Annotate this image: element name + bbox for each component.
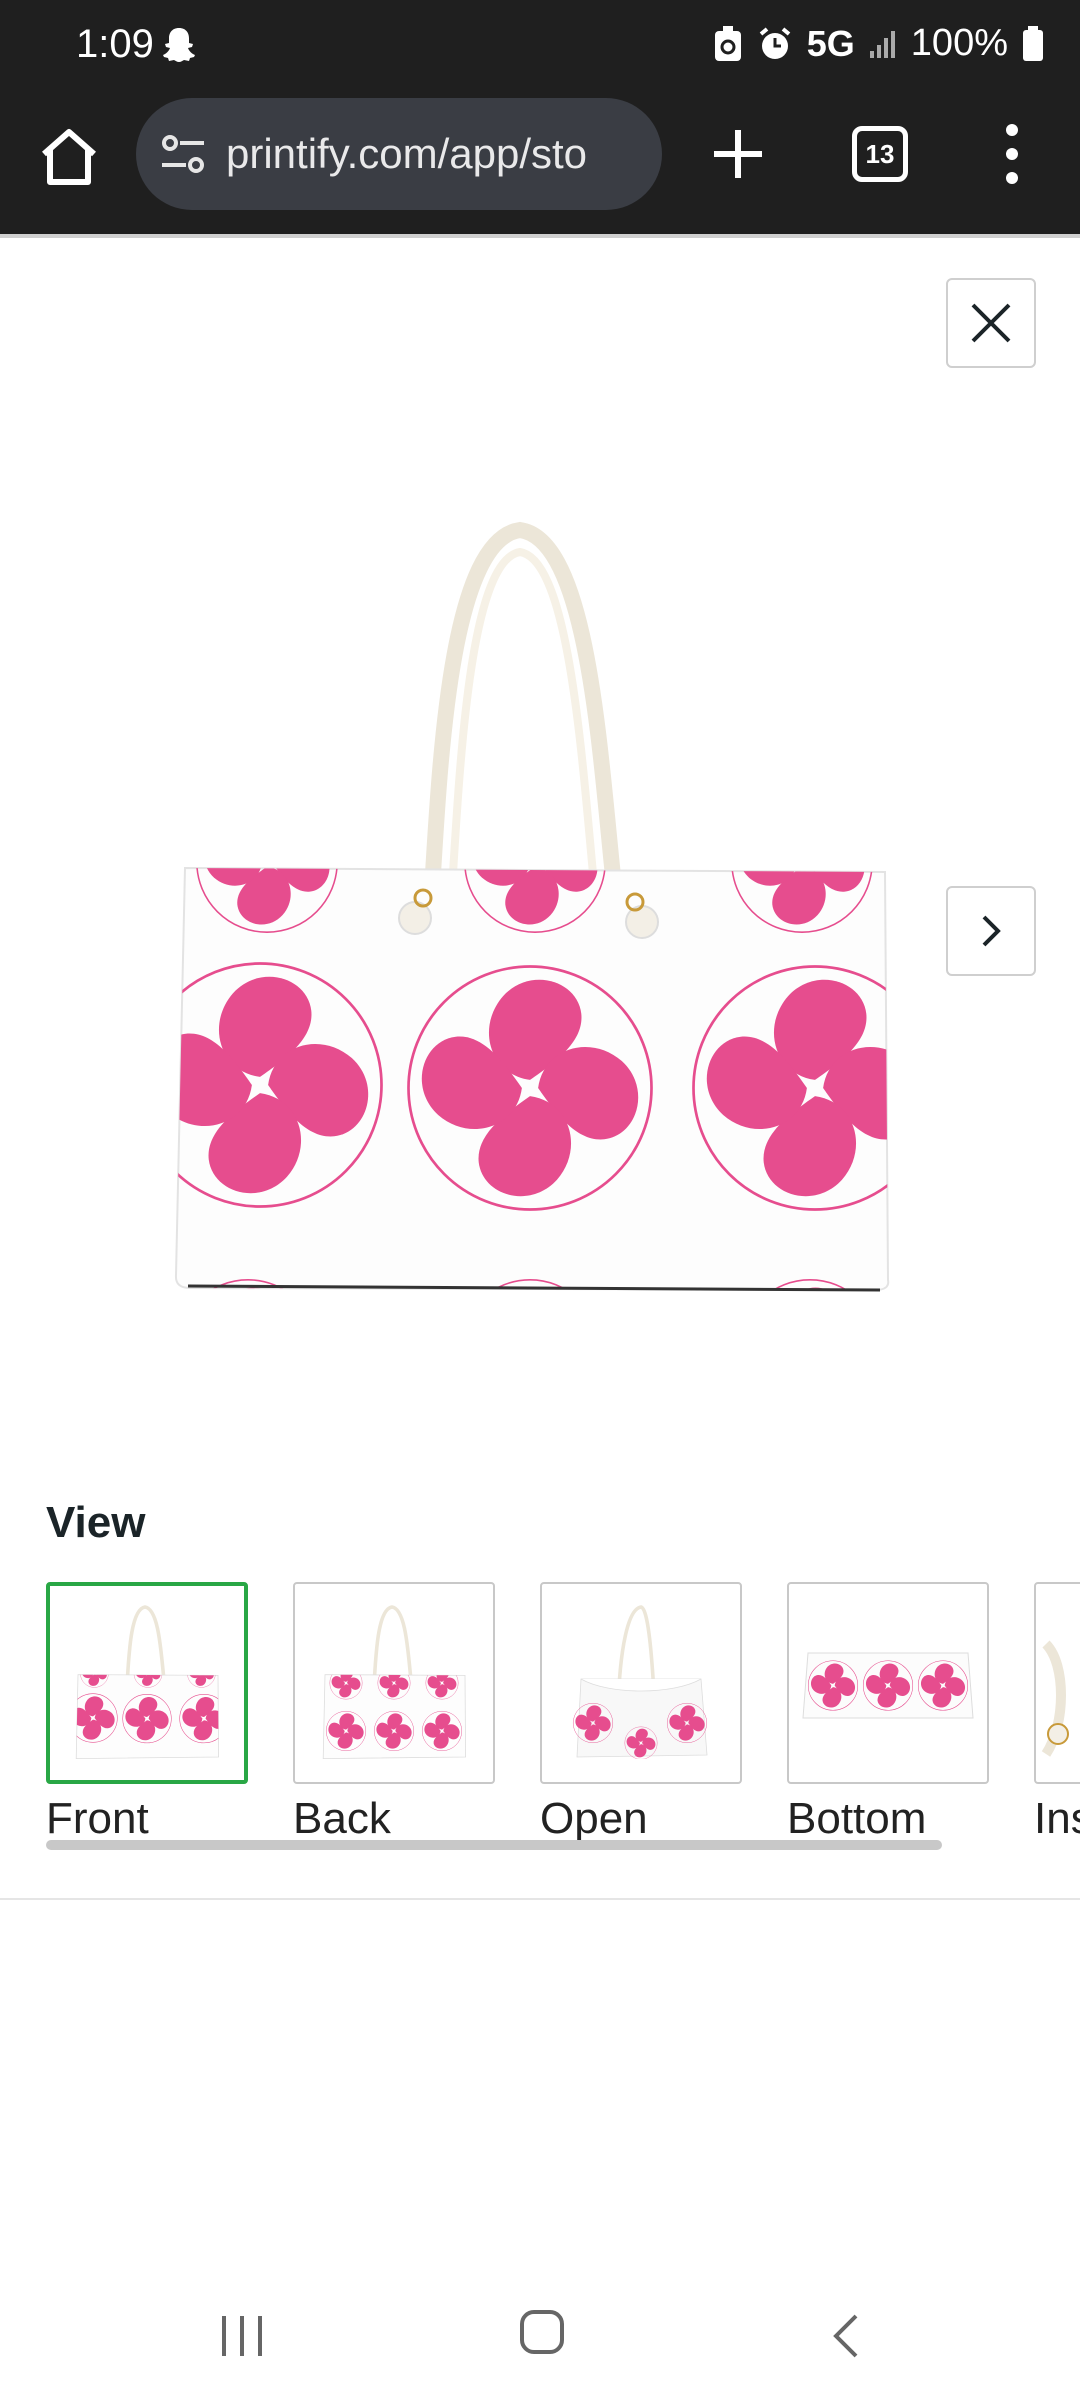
thumbnail-inside-image[interactable] (1034, 1582, 1080, 1784)
network-type: 5G (806, 22, 855, 64)
thumbnail-open[interactable]: Open (540, 1582, 788, 1842)
status-time: 1:09 (76, 22, 154, 66)
thumbnail-back[interactable]: Back (293, 1582, 541, 1842)
status-bar: 1:09 5G 100% (0, 0, 1080, 96)
close-button[interactable] (946, 278, 1036, 368)
thumbnail-bottom[interactable]: Bottom (787, 1582, 1035, 1842)
home-circle-icon[interactable] (518, 2308, 566, 2356)
view-thumbnails: Front Back Open Bottom In (46, 1582, 1080, 1842)
thumbnail-scrollbar[interactable] (46, 1840, 942, 1850)
battery-percent: 100% (910, 22, 1008, 64)
thumbnail-label: Ins (1034, 1794, 1080, 1842)
thumbnail-label: Open (540, 1794, 648, 1842)
tabs-icon[interactable]: 13 (852, 126, 908, 182)
thumbnail-label: Back (293, 1794, 391, 1842)
thumbnail-label: Front (46, 1794, 149, 1842)
section-divider (0, 1898, 1080, 1900)
snapchat-ghost-icon (162, 26, 196, 67)
status-icons: 5G 100% (713, 22, 1044, 65)
recycle-icon (714, 25, 741, 61)
browser-toolbar: printify.com/app/sto 13 (0, 96, 1080, 236)
site-settings-icon[interactable] (158, 129, 208, 179)
close-icon (971, 303, 1011, 343)
recents-icon[interactable] (218, 2312, 266, 2360)
thumbnail-label: Bottom (787, 1794, 927, 1842)
alarm-icon (759, 26, 791, 59)
thumbnail-back-image[interactable] (293, 1582, 495, 1784)
thumbnail-bottom-image[interactable] (787, 1582, 989, 1784)
thumbnail-front-image[interactable] (46, 1582, 248, 1784)
new-tab-plus-icon[interactable] (708, 124, 768, 184)
thumbnail-front[interactable]: Front (46, 1582, 294, 1842)
home-icon[interactable] (36, 124, 102, 190)
more-menu-icon[interactable] (994, 122, 1030, 186)
system-nav-bar (0, 2262, 1080, 2400)
url-text: printify.com/app/sto (226, 130, 588, 177)
back-icon[interactable] (826, 2312, 866, 2360)
view-section-title: View (46, 1498, 146, 1547)
url-bar[interactable]: printify.com/app/sto (136, 98, 662, 210)
next-image-button[interactable] (946, 886, 1036, 976)
battery-icon (1023, 25, 1043, 61)
tab-count: 13 (865, 138, 895, 169)
signal-icon (869, 30, 895, 58)
thumbnail-inside[interactable]: Ins (1034, 1582, 1080, 1842)
chevron-right-icon (982, 915, 1001, 947)
toolbar-divider (0, 234, 1080, 238)
thumbnail-open-image[interactable] (540, 1582, 742, 1784)
product-image (174, 521, 890, 1292)
